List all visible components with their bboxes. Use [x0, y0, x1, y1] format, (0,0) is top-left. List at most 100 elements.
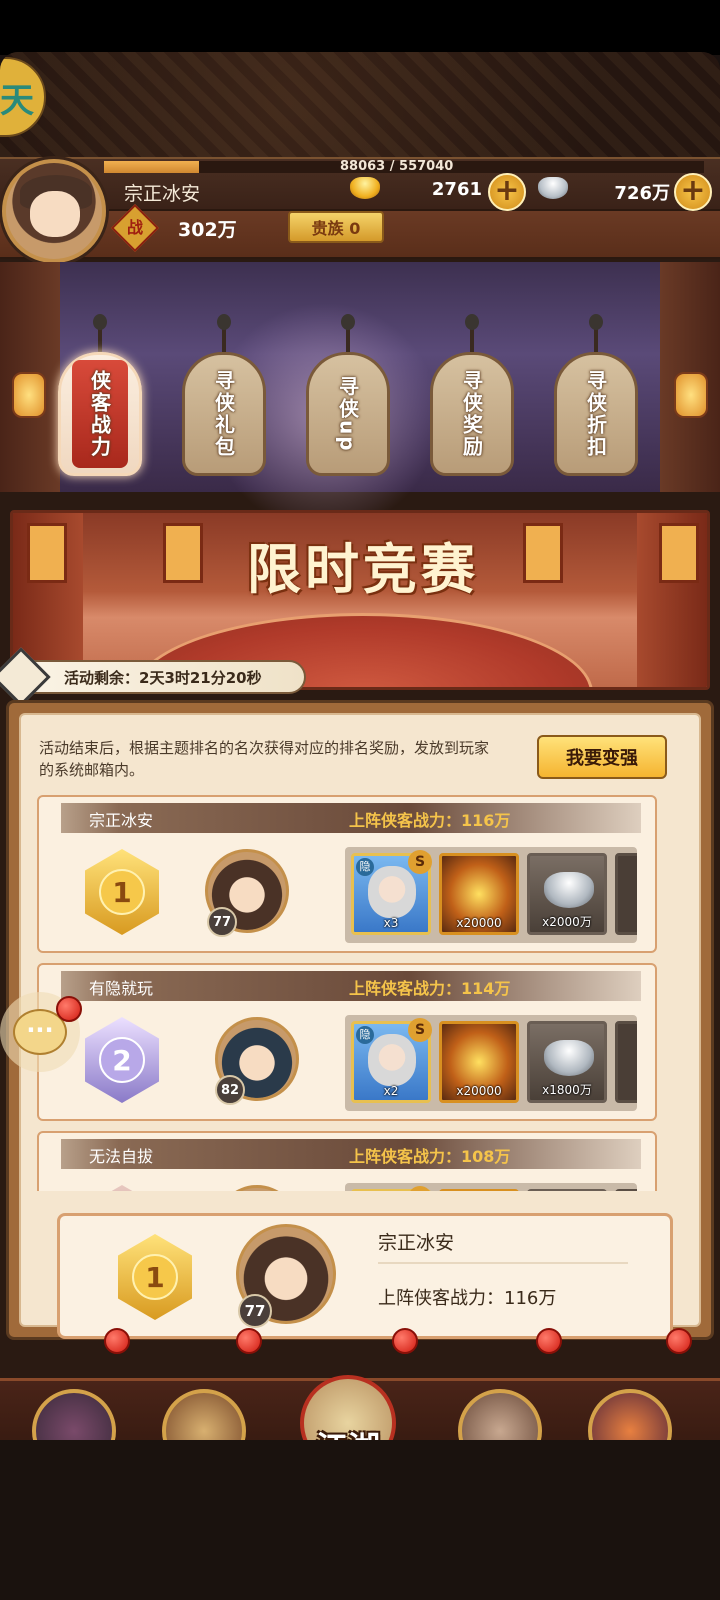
tab-label: 寻侠礼包 — [211, 370, 236, 458]
reward-flame-item[interactable]: x20000 — [439, 853, 519, 935]
nav-lineup[interactable]: 阵容 — [156, 1389, 252, 1442]
rank-number: 1 — [132, 1254, 178, 1300]
nav-town[interactable]: 城镇 — [26, 1389, 122, 1442]
reward-quantity: x20000 — [456, 1084, 502, 1098]
become-stronger-button[interactable]: 我要变强 — [537, 735, 667, 779]
nav-notification-dot — [104, 1328, 130, 1354]
cultivate-icon — [458, 1389, 542, 1442]
silver-ingot-icon — [544, 1040, 594, 1076]
player-name: 宗正冰安 — [124, 183, 201, 205]
tab-knob — [465, 314, 479, 330]
reward-silver-item[interactable]: x2000万 — [527, 853, 607, 935]
ranking-row[interactable]: 无法自拔 上阵侠客战力：108万 隐 S — [37, 1131, 657, 1191]
rank-medal-gold-icon: 1 — [85, 849, 159, 935]
my-name: 宗正冰安 — [378, 1232, 455, 1254]
player-avatar[interactable] — [2, 159, 106, 263]
exp-text: 88063 / 557040 — [340, 159, 454, 174]
reward-silver-item[interactable] — [527, 1189, 607, 1191]
ranking-level-badge: 82 — [215, 1075, 245, 1105]
gold-amount: 2761 — [431, 179, 482, 200]
ranking-player-name: 宗正冰安 — [89, 811, 154, 830]
noble-button[interactable]: 贵族 0 — [288, 211, 384, 243]
combat-power-value: 302万 — [178, 219, 237, 241]
star-grade-icon: S — [408, 850, 432, 874]
tabs-banner: 侠客战力 寻侠礼包 寻侠up 寻侠奖励 寻侠折扣 — [0, 262, 720, 532]
nav-cultivate[interactable]: 修行 — [452, 1389, 548, 1442]
tab-label: 寻侠奖励 — [459, 370, 484, 458]
tab-knob — [341, 314, 355, 330]
corner-emblem-text: 天 — [0, 80, 34, 121]
bottom-nav: 城镇 阵容 江湖 修行 历练 — [0, 1375, 720, 1442]
reward-hero-card[interactable]: 隐 S x2 — [351, 1018, 432, 1103]
gold-ingot-icon — [350, 177, 380, 199]
rank-medal-silver-icon: 2 — [85, 1017, 159, 1103]
ranking-player-name: 有隐就玩 — [89, 979, 154, 998]
nav-notification-dot — [392, 1328, 418, 1354]
tab-hero-up[interactable]: 寻侠up — [306, 352, 390, 476]
reward-quantity: x2 — [383, 1084, 399, 1098]
reward-more-item[interactable] — [615, 853, 637, 935]
player-header: 88063 / 557040 77 宗正冰安 2761 + 726万 + 战 3… — [0, 157, 720, 317]
nav-trial[interactable]: 历练 — [582, 1389, 678, 1442]
hero-portrait-icon — [368, 866, 416, 918]
reward-more-item[interactable] — [615, 1021, 637, 1103]
reward-quantity: x1800万 — [542, 1083, 592, 1097]
town-icon — [32, 1389, 116, 1442]
reward-hero-card[interactable]: 隐 S — [351, 1186, 432, 1191]
ranking-panel: 活动结束后，根据主题排名的名次获得对应的排名奖励，发放到玩家的系统邮箱内。 我要… — [6, 700, 714, 1340]
tab-label: 侠客战力 — [87, 370, 112, 458]
add-gold-button[interactable]: + — [488, 173, 526, 211]
bottom-empty-area — [0, 1440, 720, 1600]
reward-list: 隐 S x3 x20000 x2000万 — [345, 847, 637, 943]
tab-rewards[interactable]: 寻侠奖励 — [430, 352, 514, 476]
ranking-list[interactable]: 宗正冰安 上阵侠客战力：116万 1 77 隐 S x3 x20000 x200… — [37, 795, 693, 1191]
ranking-avatar[interactable] — [215, 1185, 299, 1191]
reward-silver-item[interactable]: x1800万 — [527, 1021, 607, 1103]
ranking-power: 上阵侠客战力：114万 — [349, 979, 511, 998]
event-description: 活动结束后，根据主题排名的名次获得对应的排名奖励，发放到玩家的系统邮箱内。 — [39, 739, 490, 779]
star-grade-icon: S — [408, 1018, 432, 1042]
ranking-panel-inner: 活动结束后，根据主题排名的名次获得对应的排名奖励，发放到玩家的系统邮箱内。 我要… — [19, 713, 701, 1339]
reward-quantity: x20000 — [456, 916, 502, 930]
ranking-player-name: 无法自拔 — [89, 1147, 154, 1166]
hero-portrait-icon — [368, 1034, 416, 1086]
reward-flame-item[interactable] — [439, 1189, 519, 1191]
reward-flame-item[interactable]: x20000 — [439, 1021, 519, 1103]
ranking-power: 上阵侠客战力：108万 — [349, 1147, 511, 1166]
nav-notification-dot — [536, 1328, 562, 1354]
rank-number: 2 — [99, 1037, 145, 1083]
silver-amount: 726万 — [614, 183, 670, 204]
tab-knob — [93, 314, 107, 330]
nav-notification-dot — [236, 1328, 262, 1354]
tab-label: 寻侠up — [335, 375, 360, 453]
lantern-icon — [674, 372, 708, 418]
top-decor — [0, 52, 720, 157]
tab-knob — [217, 314, 231, 330]
reward-more-item[interactable] — [615, 1189, 637, 1191]
rank-medal-gold-icon: 1 — [118, 1234, 192, 1320]
nav-notification-dot — [666, 1328, 692, 1354]
lantern-icon — [12, 372, 46, 418]
combat-power-icon-text: 战 — [126, 218, 143, 237]
silver-ingot-icon — [538, 177, 568, 199]
tab-hero-power[interactable]: 侠客战力 — [58, 352, 142, 476]
ranking-row[interactable]: 宗正冰安 上阵侠客战力：116万 1 77 隐 S x3 x20000 x200… — [37, 795, 657, 953]
divider — [378, 1262, 628, 1264]
chat-notification-dot — [56, 996, 82, 1022]
rank-medal-bronze-icon — [85, 1185, 159, 1191]
reward-list: 隐 S x2 x20000 x1800万 — [345, 1015, 637, 1111]
game-window: 天 88063 / 557040 77 宗正冰安 2761 + 726万 + 战… — [0, 52, 720, 1442]
tab-gift-pack[interactable]: 寻侠礼包 — [182, 352, 266, 476]
rank-number: 1 — [99, 869, 145, 915]
status-bar-area — [0, 0, 720, 55]
reward-hero-card[interactable]: 隐 S x3 — [351, 850, 432, 935]
silver-ingot-icon — [544, 872, 594, 908]
ranking-power: 上阵侠客战力：116万 — [349, 811, 511, 830]
nav-jianghu[interactable]: 江湖 — [300, 1375, 396, 1442]
hidden-tag-icon: 隐 — [356, 858, 374, 876]
ranking-row[interactable]: 有隐就玩 上阵侠客战力：114万 2 82 隐 S x2 x20000 x180… — [37, 963, 657, 1121]
tab-discount[interactable]: 寻侠折扣 — [554, 352, 638, 476]
lineup-icon — [162, 1389, 246, 1442]
my-level-badge: 77 — [238, 1294, 272, 1328]
add-silver-button[interactable]: + — [674, 173, 712, 211]
